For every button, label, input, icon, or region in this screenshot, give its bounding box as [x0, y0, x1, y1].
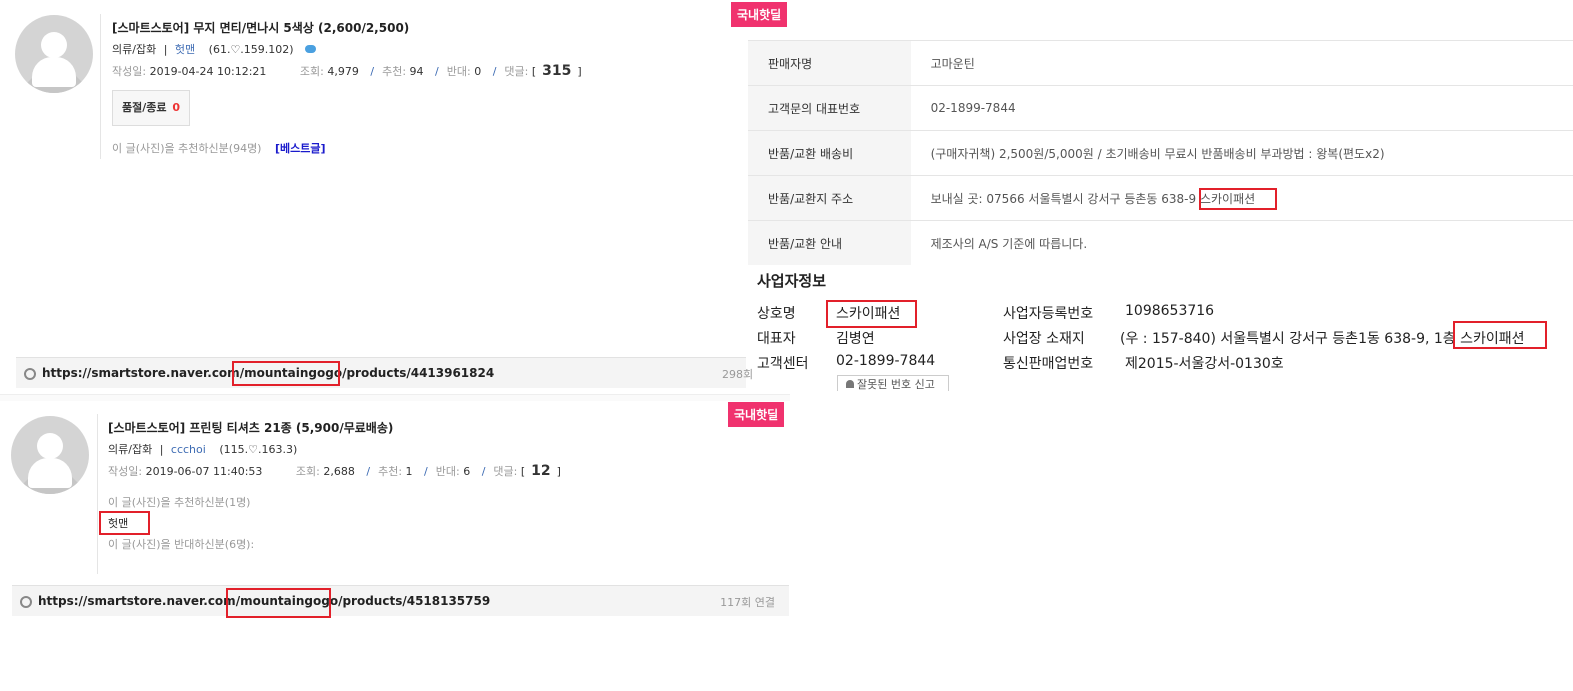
post-meta: 작성일: 2019-04-24 10:12:21 조회: 4,979 /추천: … [112, 63, 582, 79]
oppose-count: 0 [474, 65, 482, 78]
post-date: 2019-04-24 10:12:21 [149, 65, 267, 78]
author-line: 의류/잡화 | 헛맨 (61.♡.159.102) [112, 41, 317, 57]
hotdeal-badge[interactable]: 국내핫딜 [728, 402, 785, 427]
business-reg-number: 1098653716 [1125, 303, 1215, 319]
ceo-name: 김병연 [836, 331, 875, 347]
table-row: 고객문의 대표번호 02-1899-7844 [748, 85, 1573, 131]
highlight-box [232, 361, 340, 386]
business-heading: 사업자정보 [757, 272, 827, 290]
highlight-box [1199, 188, 1277, 210]
view-count: 2,688 [323, 465, 355, 478]
hotdeal-badge[interactable]: 국내핫딜 [731, 2, 788, 27]
post-meta: 작성일: 2019-06-07 11:40:53 조회: 2,688 /추천: … [108, 463, 561, 479]
soldout-count: 0 [172, 101, 180, 114]
link-count: 298회 [722, 368, 754, 381]
highlight-box [99, 511, 150, 535]
post-date: 2019-06-07 11:40:53 [145, 465, 263, 478]
view-count: 4,979 [327, 65, 359, 78]
opposers-line: 이 글(사진)을 반대하신분(6명): [108, 538, 255, 551]
table-row: 반품/교환 안내 제조사의 A/S 기준에 따릅니다. [748, 220, 1573, 265]
mail-order-number: 제2015-서울강서-0130호 [1125, 356, 1284, 372]
best-post-link[interactable]: [베스트글] [275, 142, 326, 155]
report-number-button[interactable]: 잘못된 번호 신고 [837, 375, 949, 391]
table-row: 반품/교환 배송비 (구매자귀책) 2,500원/5,000원 / 초기배송비 무… [748, 130, 1573, 176]
avatar [11, 416, 89, 494]
oppose-count: 6 [463, 465, 471, 478]
recommenders-line: 이 글(사진)을 추천하신분(1명) [108, 496, 251, 509]
category: 의류/잡화 [112, 43, 157, 56]
highlight-box [226, 588, 331, 618]
category: 의류/잡화 [108, 443, 153, 456]
table-row: 판매자명 고마운틴 [748, 41, 1573, 86]
table-row: 반품/교환지 주소 보내실 곳: 07566 서울특별시 강서구 등촌동 638-… [748, 175, 1573, 221]
link-icon [21, 365, 39, 383]
soldout-button[interactable]: 품절/종료 0 [112, 90, 190, 126]
link-icon [17, 593, 35, 611]
product-link-bar[interactable]: https://smartstore.naver.com/mountaingog… [16, 357, 753, 388]
post-title: [스마트스토어] 프린팅 티셔츠 21종 (5,900/무료배송) [108, 421, 394, 435]
link-count: 117회 연결 [720, 596, 775, 609]
person-icon [846, 380, 854, 388]
recommend-count: 94 [409, 65, 424, 78]
comment-count: 12 [531, 463, 551, 479]
cs-phone: 02-1899-7844 [836, 353, 936, 369]
highlight-box [1453, 321, 1547, 349]
avatar [15, 15, 93, 93]
highlight-box [826, 300, 917, 328]
author-link[interactable]: 헛맨 [175, 43, 195, 56]
author-ip: (115.♡.163.3) [219, 443, 298, 456]
product-link-bar[interactable]: https://smartstore.naver.com/mountaingog… [12, 585, 789, 616]
post-title: [스마트스토어] 무지 면티/면나시 5색상 (2,600/2,500) [112, 21, 410, 35]
seller-table: 판매자명 고마운틴 고객문의 대표번호 02-1899-7844 반품/교환 배송비… [748, 41, 1573, 265]
author-link[interactable]: ccchoi [171, 443, 206, 456]
recommend-count: 1 [405, 465, 413, 478]
author-line: 의류/잡화 | ccchoi (115.♡.163.3) [108, 443, 298, 456]
message-icon[interactable] [305, 45, 317, 53]
comment-count: 315 [542, 63, 572, 79]
author-ip: (61.♡.159.102) [208, 43, 294, 56]
recommenders-line: 이 글(사진)을 추천하신분(94명) [베스트글] [112, 142, 326, 155]
